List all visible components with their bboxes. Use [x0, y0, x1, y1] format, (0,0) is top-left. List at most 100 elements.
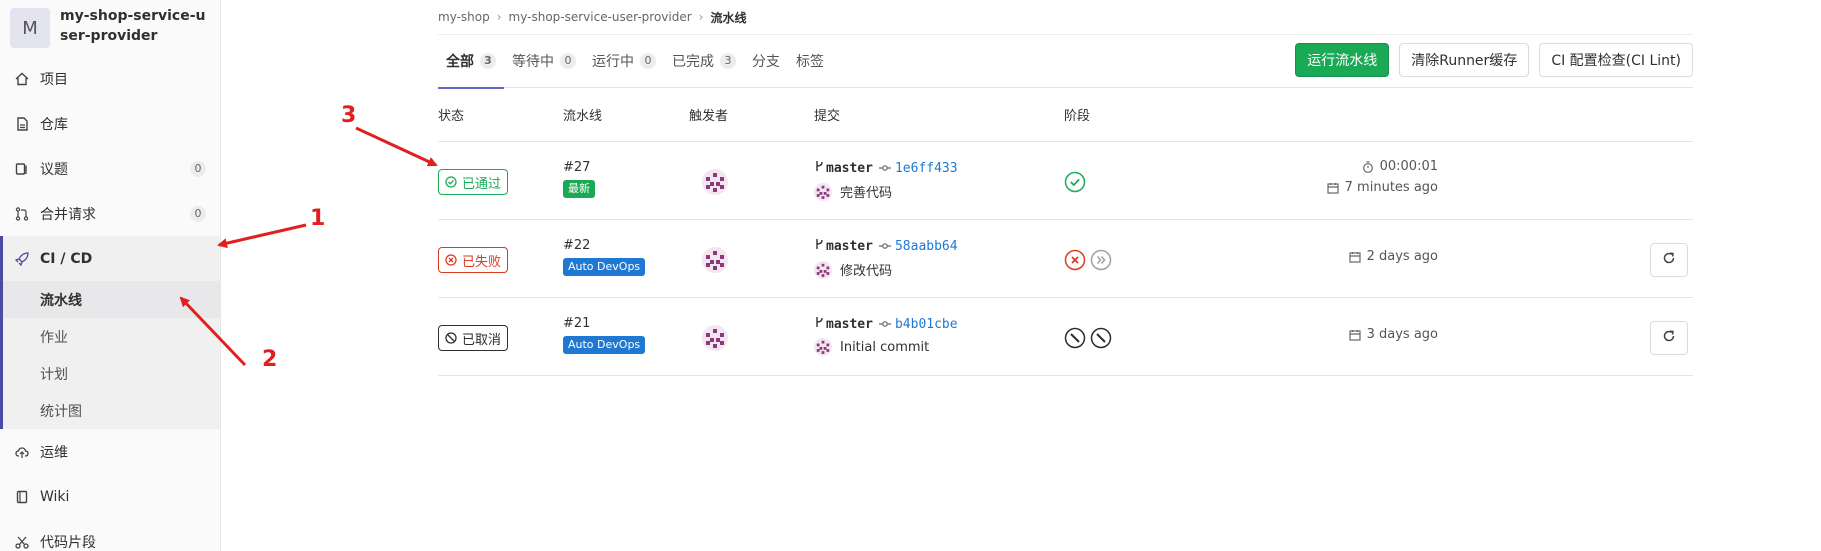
run-pipeline-button[interactable]: 运行流水线 — [1295, 43, 1390, 77]
status-label: 已取消 — [462, 332, 502, 348]
commit-message[interactable]: 修改代码 — [840, 260, 892, 279]
chevron-right-icon: › — [698, 10, 704, 24]
pipeline-tabs: 全部 3 等待中 0 运行中 0 已完成 3 分支 标签 运行流水线 清除Runner缓… — [438, 34, 1693, 89]
trigger-avatar[interactable] — [702, 325, 728, 351]
status-label: 已通过 — [462, 176, 502, 192]
breadcrumb-current[interactable]: 流水线 — [710, 9, 746, 26]
pipeline-tag: 最新 — [563, 180, 595, 198]
stage-canceled-icon[interactable] — [1090, 327, 1112, 349]
clear-runner-cache-button[interactable]: 清除Runner缓存 — [1399, 43, 1530, 77]
duration-value: 00:00:01 — [1379, 159, 1438, 174]
stage-success-icon[interactable] — [1064, 171, 1086, 193]
branch-icon — [814, 316, 824, 332]
rocket-icon — [14, 251, 30, 267]
sidebar: M my-shop-service-user-provider 项目 仓库 议题… — [0, 0, 221, 551]
pipeline-id[interactable]: #22 — [563, 238, 590, 253]
table-row: 已通过 #27 最新 master 1e6ff433 完善代码 00:00:01… — [438, 142, 1693, 220]
commit-ref: master 58aabb64 — [814, 238, 958, 254]
commit-sha[interactable]: 1e6ff433 — [895, 161, 958, 176]
column-commit: 提交 — [814, 109, 841, 124]
retry-icon — [1662, 251, 1676, 269]
status-badge[interactable]: 已失败 — [438, 247, 509, 273]
status-badge[interactable]: 已通过 — [438, 169, 509, 195]
branch-icon — [814, 160, 824, 176]
sidebar-item-project[interactable]: 项目 — [0, 56, 220, 101]
commit-message[interactable]: Initial commit — [840, 340, 929, 355]
sidebar-item-issues[interactable]: 议题 0 — [0, 146, 220, 191]
tab-all[interactable]: 全部 3 — [438, 35, 504, 89]
annotation-number-2: 2 — [262, 347, 278, 372]
breadcrumb-group[interactable]: my-shop — [438, 10, 490, 24]
pipeline-tag: Auto DevOps — [563, 258, 646, 276]
sidebar-item-label: 运维 — [40, 444, 68, 461]
tab-label: 运行中 — [592, 54, 634, 70]
sidebar-item-wiki[interactable]: Wiki — [0, 474, 220, 519]
sidebar-subitem-pipelines[interactable]: 流水线 — [3, 281, 220, 318]
project-header[interactable]: M my-shop-service-user-provider — [0, 0, 220, 48]
sidebar-subitem-schedules[interactable]: 计划 — [3, 355, 220, 392]
stage-skipped-icon[interactable] — [1090, 249, 1112, 271]
breadcrumb-project[interactable]: my-shop-service-user-provider — [509, 10, 692, 24]
sidebar-item-operations[interactable]: 运维 — [0, 429, 220, 474]
sidebar-item-label: 合并请求 — [40, 206, 96, 223]
commit-message[interactable]: 完善代码 — [840, 182, 892, 201]
commit-sha[interactable]: 58aabb64 — [895, 239, 958, 254]
tab-count: 0 — [640, 53, 656, 69]
sidebar-subitem-charts[interactable]: 统计图 — [3, 392, 220, 429]
retry-icon — [1662, 329, 1676, 347]
tab-branches[interactable]: 分支 — [744, 35, 788, 88]
tab-running[interactable]: 运行中 0 — [584, 35, 664, 88]
pipeline-id[interactable]: #21 — [563, 316, 590, 331]
time-ago: 7 minutes ago — [1344, 180, 1438, 195]
merge-requests-count: 0 — [190, 205, 206, 222]
sidebar-subitem-jobs[interactable]: 作业 — [3, 318, 220, 355]
tab-label: 分支 — [752, 54, 780, 70]
tab-label: 标签 — [796, 54, 824, 70]
trigger-avatar[interactable] — [702, 169, 728, 195]
stage-canceled-icon[interactable] — [1064, 327, 1086, 349]
commit-message-line: Initial commit — [814, 338, 929, 356]
commit-icon — [878, 320, 891, 328]
chevron-right-icon: › — [496, 10, 502, 24]
branch-name[interactable]: master — [826, 239, 873, 254]
pipeline-id[interactable]: #27 — [563, 160, 590, 175]
tab-finished[interactable]: 已完成 3 — [664, 35, 744, 88]
author-avatar — [814, 338, 832, 356]
retry-button[interactable] — [1650, 243, 1688, 277]
stage-list — [1064, 327, 1116, 349]
sidebar-item-merge-requests[interactable]: 合并请求 0 — [0, 191, 220, 236]
stage-failed-icon[interactable] — [1064, 249, 1086, 271]
calendar-icon — [1348, 329, 1361, 341]
branch-name[interactable]: master — [826, 317, 873, 332]
sidebar-item-snippets[interactable]: 代码片段 — [0, 519, 220, 551]
trigger-avatar[interactable] — [702, 247, 728, 273]
annotation-arrow-3 — [355, 126, 438, 167]
check-circle-icon — [445, 176, 457, 188]
sidebar-item-cicd[interactable]: CI / CD — [3, 236, 220, 281]
sidebar-item-label: CI / CD — [40, 250, 93, 267]
project-name[interactable]: my-shop-service-user-provider — [60, 6, 210, 46]
time-ago: 2 days ago — [1366, 249, 1438, 264]
commit-sha[interactable]: b4b01cbe — [895, 317, 958, 332]
sidebar-item-label: Wiki — [40, 488, 70, 505]
cloud-icon — [14, 444, 30, 460]
tab-tags[interactable]: 标签 — [788, 35, 832, 88]
sidebar-item-repository[interactable]: 仓库 — [0, 101, 220, 146]
author-avatar — [814, 260, 832, 279]
ci-lint-button[interactable]: CI 配置检查(CI Lint) — [1539, 43, 1693, 77]
pipeline-tag: Auto DevOps — [563, 336, 646, 354]
main-content: my-shop › my-shop-service-user-provider … — [438, 0, 1693, 376]
merge-icon — [14, 206, 30, 222]
finished-time: 2 days ago — [1348, 249, 1438, 264]
retry-button[interactable] — [1650, 321, 1688, 355]
tab-pending[interactable]: 等待中 0 — [504, 35, 584, 88]
project-avatar: M — [10, 8, 50, 48]
timer-icon — [1362, 160, 1374, 173]
sidebar-item-label: 议题 — [40, 161, 68, 178]
status-badge[interactable]: 已取消 — [438, 325, 509, 351]
branch-name[interactable]: master — [826, 161, 873, 176]
tab-count: 0 — [560, 53, 576, 69]
annotation-number-3: 3 — [341, 103, 357, 128]
commit-icon — [878, 164, 891, 172]
column-pipeline: 流水线 — [563, 109, 603, 124]
